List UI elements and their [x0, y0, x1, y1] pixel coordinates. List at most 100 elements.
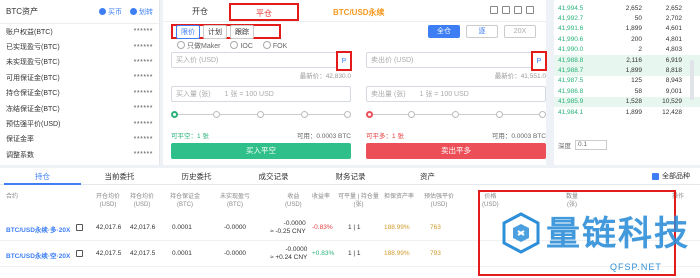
book-amount: 125 — [631, 77, 642, 85]
info-icon[interactable] — [514, 6, 522, 14]
book-row[interactable]: 41,992.7 50 2,702 — [554, 13, 700, 23]
buy-last-price: 最新价：42,830.0 — [299, 73, 351, 80]
book-price: 41,986.8 — [558, 87, 584, 95]
asset-label: 已实现盈亏(BTC) — [6, 44, 60, 52]
book-total: 4,803 — [665, 46, 682, 54]
buy-available: 可用：0.0003 BTC — [296, 133, 351, 140]
order-type-limit[interactable]: 限价 — [176, 24, 200, 39]
book-amount: 1,899 — [625, 67, 642, 75]
book-amount: 2,652 — [625, 4, 642, 12]
book-row[interactable]: 41,984.1 1,899 12,428 — [554, 107, 700, 117]
book-row[interactable]: 41,986.8 58 9,001 — [554, 86, 700, 96]
watermark-url: QFSP.NET — [610, 262, 662, 272]
fullscreen-icon[interactable] — [526, 6, 534, 14]
book-total: 2,652 — [665, 4, 682, 12]
tab-open-position[interactable]: 开仓 — [165, 3, 235, 21]
asset-label: 账户权益(BTC) — [6, 28, 53, 36]
transfer-link[interactable]: 划转 — [130, 7, 153, 17]
book-row[interactable]: 41,990.0 2 4,803 — [554, 45, 700, 55]
sell-available: 可用：0.0003 BTC — [491, 133, 546, 140]
book-row[interactable]: 41,987.5 125 8,943 — [554, 76, 700, 86]
trade-tabs: 开仓 平仓 BTC/USD永续 — [163, 0, 546, 22]
buy-price-input[interactable]: 买入价 (USD) P — [171, 51, 352, 71]
col-qty: 可平量 | 持仓量 (张) — [338, 194, 379, 208]
buy-amount-slider[interactable] — [171, 108, 351, 122]
buy-quantity-input[interactable]: 买入量 (张) 1 张 = 100 USD — [171, 86, 351, 102]
asset-row: 未实现盈亏(BTC) ****** — [0, 55, 159, 70]
col-open-price: 开仓均价 (USD) — [96, 194, 121, 208]
book-row[interactable]: 41,988.7 1,899 8,818 — [554, 65, 700, 76]
scrollbar[interactable] — [690, 60, 694, 100]
asset-row: 可用保证金(BTC) ****** — [0, 70, 159, 85]
calculator-icon[interactable] — [490, 6, 498, 14]
buy-column: 买入价 (USD) P 最新价：42,830.0 买入量 (张) 1 张 = 1… — [171, 51, 352, 159]
trade-panel: 开仓 平仓 BTC/USD永续 限价 计划 跟踪 全仓 逐 20X 只做Make… — [163, 0, 547, 165]
watermark-text: 量链科技 — [546, 214, 690, 254]
book-price: 41,987.5 — [558, 77, 584, 85]
buy-close-short-button[interactable]: 买入平空 — [171, 143, 351, 159]
tab-open-orders[interactable]: 当前委托 — [81, 168, 158, 185]
edit-icon[interactable] — [76, 224, 83, 233]
col-unrealized: 未实现盈亏 (BTC) — [220, 194, 251, 208]
book-amount: 50 — [634, 15, 642, 23]
buy-closable: 可平空：1 张 — [171, 133, 209, 140]
sell-close-long-button[interactable]: 卖出平多 — [366, 143, 546, 159]
depth-select[interactable]: 0.1 — [575, 140, 607, 150]
tab-order-history[interactable]: 历史委托 — [158, 168, 235, 185]
sell-price-input[interactable]: 卖出价 (USD) P — [366, 51, 547, 71]
pair-title: BTC/USD永续 — [333, 8, 385, 17]
col-pnl: 收益 (USD) — [285, 194, 302, 208]
sell-quantity-input[interactable]: 卖出量 (张) 1 张 = 100 USD — [366, 86, 546, 102]
sell-availability: 可平多：1 张 可用：0.0003 BTC — [366, 130, 546, 140]
order-type-trail[interactable]: 跟踪 — [230, 24, 254, 39]
radio-ioc[interactable]: IOC — [230, 41, 252, 51]
asset-value: ****** — [133, 28, 153, 36]
book-row[interactable]: 41,988.8 2,116 6,919 — [554, 54, 700, 66]
buy-price-unit-button[interactable]: P — [336, 51, 352, 71]
sell-column: 卖出价 (USD) P 最新价：41,551.0 卖出量 (张) 1 张 = 1… — [366, 51, 547, 159]
radio-maker-only[interactable]: 只做Maker — [177, 41, 220, 51]
tab-assets[interactable]: 资产 — [389, 168, 466, 185]
exchange-link[interactable]: 买币 — [99, 7, 122, 17]
panel-tools — [490, 6, 534, 14]
isolated-margin-button[interactable]: 逐 — [466, 25, 498, 38]
book-amount: 1,899 — [625, 108, 642, 116]
leverage-button[interactable]: 20X — [504, 25, 536, 38]
all-symbols-checkbox[interactable]: 全部品种 — [652, 171, 690, 181]
book-row[interactable]: 41,991.6 1,899 4,601 — [554, 24, 700, 34]
book-row[interactable]: 41,994.5 2,652 2,652 — [554, 3, 700, 13]
transfer-icon — [130, 8, 137, 15]
book-amount: 2,116 — [626, 56, 642, 64]
book-total: 4,801 — [665, 35, 682, 43]
tab-trades[interactable]: 成交记录 — [235, 168, 312, 185]
asset-value: ****** — [133, 43, 153, 51]
book-row[interactable]: 41,985.9 1,528 10,529 — [554, 96, 700, 107]
asset-panel: BTC资产 买币 划转 账户权益(BTC) ****** 已实现盈亏(BTC) ***… — [0, 0, 160, 165]
book-total: 9,001 — [665, 87, 682, 95]
cross-margin-button[interactable]: 全仓 — [428, 25, 460, 38]
asset-row: 预估强平价(USD) ****** — [0, 116, 159, 131]
asset-label: 可用保证金(BTC) — [6, 74, 60, 82]
sell-amount-slider[interactable] — [366, 108, 546, 122]
book-price: 41,988.8 — [558, 56, 584, 64]
settings-icon[interactable] — [502, 6, 510, 14]
book-total: 2,702 — [665, 15, 682, 23]
order-type-plan[interactable]: 计划 — [203, 24, 227, 39]
order-type-group: 限价 计划 跟踪 — [171, 24, 281, 39]
asset-value: ****** — [133, 151, 153, 159]
radio-fok[interactable]: FOK — [263, 41, 287, 51]
tab-positions[interactable]: 持仓 — [4, 168, 81, 185]
book-row[interactable]: 41,990.6 200 4,801 — [554, 34, 700, 44]
slider-handle[interactable] — [171, 111, 178, 118]
tab-close-position[interactable]: 平仓 — [229, 3, 299, 21]
edit-icon[interactable] — [76, 250, 83, 259]
book-amount: 1,899 — [625, 25, 642, 33]
asset-label: 调整系数 — [6, 151, 34, 159]
book-price: 41,990.6 — [558, 35, 584, 43]
asset-value: ****** — [133, 105, 153, 113]
sell-price-unit-button[interactable]: P — [531, 51, 547, 71]
position-name[interactable]: BTC/USD永续·空·20X — [6, 250, 70, 260]
tab-finance[interactable]: 财务记录 — [312, 168, 389, 185]
position-name[interactable]: BTC/USD永续·多·20X — [6, 224, 70, 234]
slider-handle[interactable] — [366, 111, 373, 118]
